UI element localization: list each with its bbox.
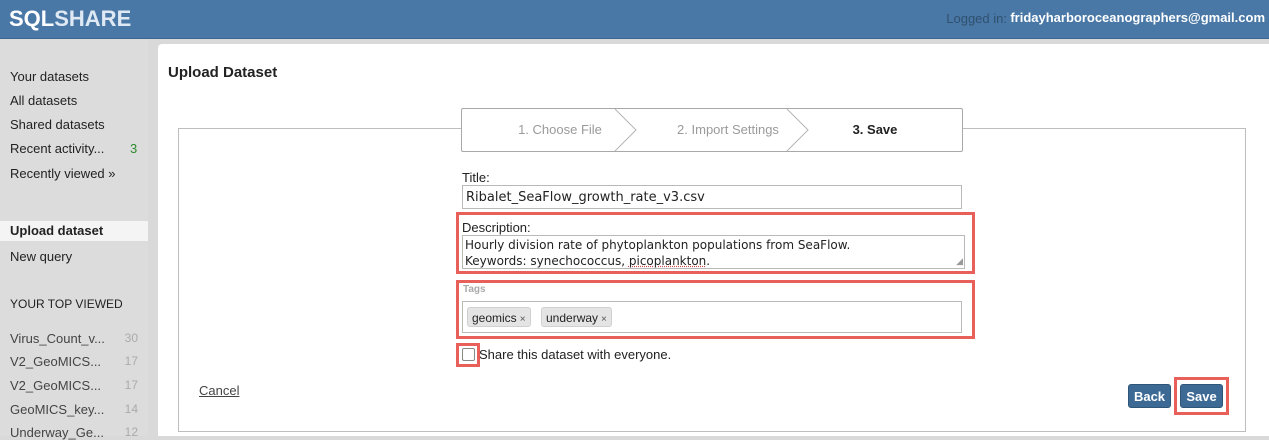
- tags-field-label: Tags: [463, 284, 486, 295]
- logo-light-text: SHARE: [54, 6, 132, 31]
- user-email[interactable]: fridayharboroceanographers@gmail.com: [1010, 10, 1265, 25]
- sidebar-item-label: Recently viewed »: [10, 166, 116, 181]
- top-viewed-count: 14: [124, 402, 138, 416]
- top-viewed-item[interactable]: Underway_Ge... 12: [10, 425, 138, 440]
- sidebar-item-label: Recent activity...: [10, 141, 105, 156]
- description-keywords-suffix: .: [706, 254, 711, 268]
- top-viewed-label: Virus_Count_v...: [10, 331, 105, 346]
- top-viewed-label: Underway_Ge...: [10, 425, 104, 440]
- main-panel: Upload Dataset 1. Choose File 2. Import …: [158, 44, 1269, 436]
- top-viewed-count: 12: [124, 425, 138, 439]
- page-title: Upload Dataset: [168, 64, 278, 81]
- save-button[interactable]: Save: [1180, 384, 1223, 408]
- sidebar-item-label: Upload dataset: [10, 223, 104, 238]
- sidebar-item-label: Shared datasets: [10, 117, 105, 132]
- top-viewed-item[interactable]: Virus_Count_v... 30: [10, 331, 138, 346]
- share-checkbox[interactable]: [462, 348, 475, 361]
- logged-in-label: Logged in:: [946, 11, 1007, 26]
- sidebar: Your datasets All datasets Shared datase…: [0, 39, 148, 440]
- sidebar-item-recent-activity[interactable]: Recent activity... 3: [10, 141, 137, 156]
- sidebar-item-upload-dataset[interactable]: Upload dataset: [0, 221, 148, 241]
- sqlshare-logo[interactable]: SQLSHARE: [9, 6, 131, 32]
- sidebar-item-all-datasets[interactable]: All datasets: [10, 93, 77, 108]
- remove-tag-icon[interactable]: ×: [520, 314, 526, 325]
- sidebar-item-recently-viewed[interactable]: Recently viewed »: [10, 166, 116, 181]
- description-line-2: Keywords: synechococcus, picoplankton.: [465, 253, 962, 269]
- description-textarea[interactable]: Hourly division rate of phytoplankton po…: [462, 235, 965, 269]
- description-field-label: Description:: [462, 220, 531, 235]
- top-viewed-label: V2_GeoMICS...: [10, 354, 102, 369]
- sidebar-item-new-query[interactable]: New query: [10, 249, 72, 264]
- sidebar-item-your-datasets[interactable]: Your datasets: [10, 69, 89, 84]
- title-input[interactable]: Ribalet_SeaFlow_growth_rate_v3.csv: [462, 185, 962, 209]
- recent-activity-count-badge: 3: [130, 141, 138, 156]
- sidebar-item-label: New query: [10, 249, 73, 264]
- tag-underway: underway ×: [541, 307, 612, 327]
- description-line-1: Hourly division rate of phytoplankton po…: [465, 238, 851, 252]
- tags-input[interactable]: geomics × underway ×: [462, 301, 962, 333]
- resize-grip-icon[interactable]: ◢: [956, 258, 963, 267]
- sidebar-item-label: Your datasets: [10, 69, 90, 84]
- top-bar: SQLSHARE Logged in: fridayharboroceanogr…: [0, 0, 1269, 39]
- top-viewed-count: 17: [124, 354, 138, 368]
- top-viewed-item[interactable]: GeoMICS_key... 14: [10, 402, 138, 417]
- sidebar-item-shared-datasets[interactable]: Shared datasets: [10, 117, 105, 132]
- upload-steps-wizard: 1. Choose File 2. Import Settings 3. Sav…: [461, 108, 963, 152]
- top-viewed-item[interactable]: V2_GeoMICS... 17: [10, 378, 138, 393]
- tag-label: underway: [546, 311, 599, 325]
- share-checkbox-label: Share this dataset with everyone.: [479, 347, 672, 362]
- logo-bold-text: SQL: [9, 6, 55, 31]
- step-import-settings: 2. Import Settings: [677, 122, 779, 137]
- tag-label: geomics: [472, 311, 517, 325]
- description-flagged-word: picoplankton: [628, 254, 707, 268]
- top-viewed-count: 17: [124, 378, 138, 392]
- back-button[interactable]: Back: [1128, 384, 1171, 408]
- step-choose-file: 1. Choose File: [518, 122, 602, 137]
- top-viewed-count: 30: [124, 331, 138, 345]
- remove-tag-icon[interactable]: ×: [601, 314, 607, 325]
- top-viewed-label: V2_GeoMICS...: [10, 378, 102, 393]
- title-field-label: Title:: [462, 170, 490, 185]
- tag-geomics: geomics ×: [467, 307, 531, 327]
- top-viewed-label: GeoMICS_key...: [10, 402, 105, 417]
- sidebar-item-label: All datasets: [10, 93, 78, 108]
- step-save: 3. Save: [852, 122, 898, 137]
- top-viewed-heading: YOUR TOP VIEWED: [10, 297, 123, 311]
- cancel-link[interactable]: Cancel: [199, 383, 239, 398]
- description-keywords-prefix: Keywords: synechococcus,: [465, 254, 629, 268]
- top-viewed-item[interactable]: V2_GeoMICS... 17: [10, 354, 138, 369]
